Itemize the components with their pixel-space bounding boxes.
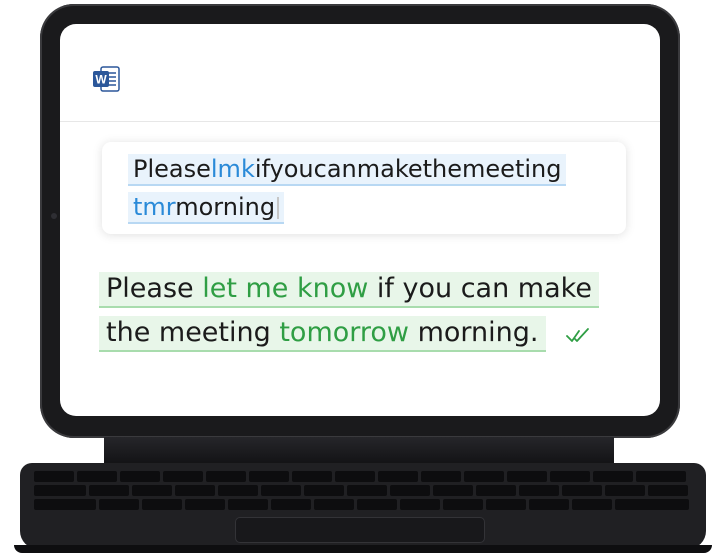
expanded-line-2: the meeting tomorrow morning. xyxy=(99,316,546,352)
keyboard-key[interactable] xyxy=(390,485,430,496)
keyboard-key[interactable] xyxy=(464,471,504,482)
shorthand-line-1: Pleaselmkifyoucanmakethemeeting xyxy=(128,154,567,186)
keyboard-key[interactable] xyxy=(572,499,612,510)
shorthand-line-2: tmrmorning xyxy=(128,192,285,224)
keyboard-key[interactable] xyxy=(421,471,461,482)
keyboard-key[interactable] xyxy=(228,499,268,510)
keyboard-key[interactable] xyxy=(34,471,74,482)
input-segment: Please xyxy=(133,155,211,183)
keyboard-key[interactable] xyxy=(615,499,689,510)
keyboard-key[interactable] xyxy=(335,471,375,482)
keyboard-key[interactable] xyxy=(357,499,397,510)
tablet-frame: W Pleaselmkifyoucanmakethemeeting tmrmor… xyxy=(40,4,680,438)
keyboard-key[interactable] xyxy=(486,499,526,510)
expanded-line-1: Please let me know if you can make xyxy=(99,272,599,308)
keyboard-key[interactable] xyxy=(433,485,473,496)
app-toolbar: W xyxy=(60,24,660,122)
keyboard-key[interactable] xyxy=(34,499,96,510)
input-segment: ifyoucanmakethemeeting xyxy=(254,155,562,183)
output-segment: the meeting xyxy=(106,317,280,348)
keyboard-key[interactable] xyxy=(89,485,129,496)
keyboard-key[interactable] xyxy=(206,471,246,482)
keyboard-row-3 xyxy=(34,499,689,510)
keyboard-front-edge xyxy=(14,545,712,553)
keyboard-key[interactable] xyxy=(185,499,225,510)
keyboard-key[interactable] xyxy=(636,471,686,482)
keyboard-key[interactable] xyxy=(249,471,289,482)
keyboard-key[interactable] xyxy=(529,499,569,510)
keyboard-key[interactable] xyxy=(648,485,688,496)
keyboard-key[interactable] xyxy=(550,471,590,482)
keyboard-key[interactable] xyxy=(562,485,602,496)
keyboard-key[interactable] xyxy=(476,485,516,496)
keyboard-key[interactable] xyxy=(261,485,301,496)
output-segment: Please xyxy=(106,273,203,304)
word-icon-letter: W xyxy=(95,73,107,87)
keyboard-key[interactable] xyxy=(605,485,645,496)
trackpad[interactable] xyxy=(235,517,485,543)
shorthand-input-card[interactable]: Pleaselmkifyoucanmakethemeeting tmrmorni… xyxy=(102,142,626,234)
keyboard xyxy=(20,463,706,549)
keyboard-key[interactable] xyxy=(443,499,483,510)
input-segment: morning xyxy=(175,193,276,221)
keyboard-key[interactable] xyxy=(271,499,311,510)
tablet-screen: W Pleaselmkifyoucanmakethemeeting tmrmor… xyxy=(60,24,660,416)
keyboard-key[interactable] xyxy=(378,471,418,482)
keyboard-key[interactable] xyxy=(34,485,86,496)
keyboard-key[interactable] xyxy=(347,485,387,496)
keyboard-key[interactable] xyxy=(132,485,172,496)
abbreviation-lmk: lmk xyxy=(210,155,255,183)
output-segment: if you can make xyxy=(368,273,592,304)
keyboard-key[interactable] xyxy=(314,499,354,510)
word-icon[interactable]: W xyxy=(92,66,120,92)
keyboard-row-1 xyxy=(34,471,686,482)
expansion-let-me-know: let me know xyxy=(202,273,369,304)
keyboard-key[interactable] xyxy=(175,485,215,496)
keyboard-key[interactable] xyxy=(120,471,160,482)
keyboard-key[interactable] xyxy=(99,499,139,510)
keyboard-key[interactable] xyxy=(304,485,344,496)
abbreviation-tmr: tmr xyxy=(133,193,176,221)
output-segment: morning. xyxy=(409,317,539,348)
keyboard-key[interactable] xyxy=(507,471,547,482)
keyboard-key[interactable] xyxy=(593,471,633,482)
keyboard-key[interactable] xyxy=(292,471,332,482)
double-check-icon xyxy=(566,328,589,342)
keyboard-key[interactable] xyxy=(163,471,203,482)
camera-dot xyxy=(51,213,57,219)
keyboard-key[interactable] xyxy=(519,485,559,496)
keyboard-key[interactable] xyxy=(218,485,258,496)
keyboard-key[interactable] xyxy=(142,499,182,510)
keyboard-key[interactable] xyxy=(77,471,117,482)
text-cursor xyxy=(277,197,280,219)
keyboard-row-2 xyxy=(34,485,688,496)
expansion-tomorrow: tomorrow xyxy=(279,317,410,348)
keyboard-key[interactable] xyxy=(400,499,440,510)
